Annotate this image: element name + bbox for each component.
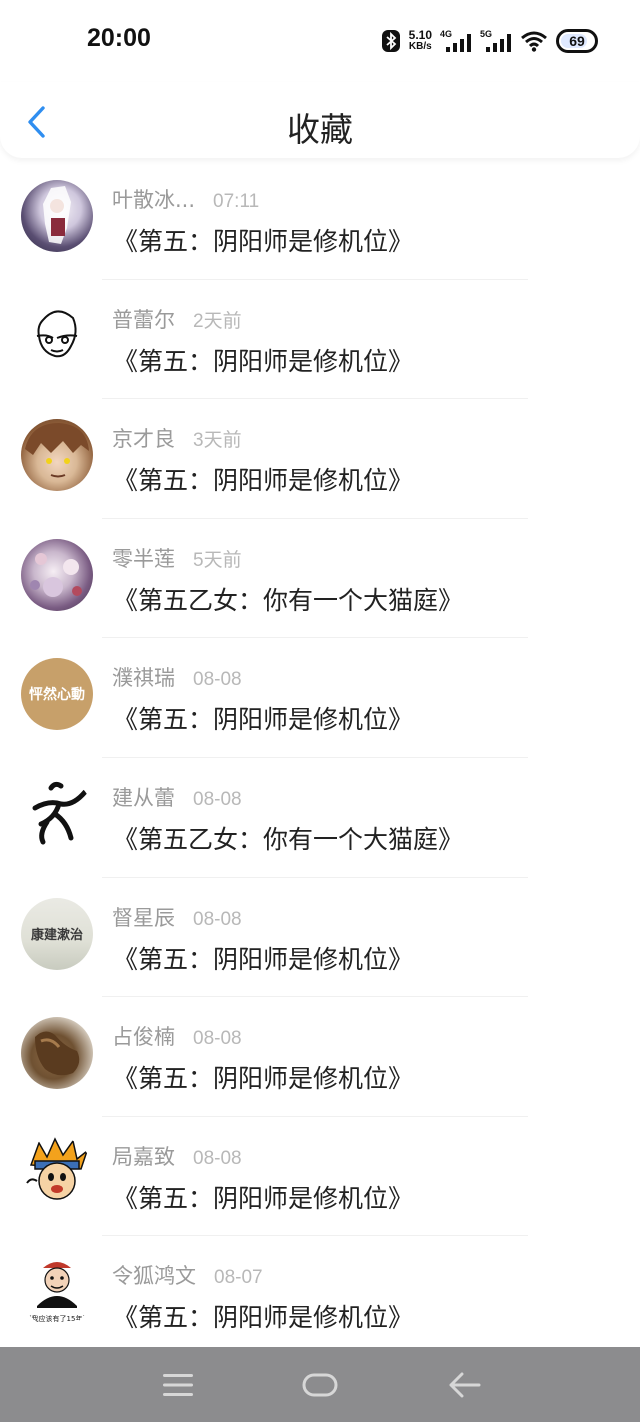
item-meta: 零半莲 5天前	[112, 543, 242, 573]
signal-5g-icon: 5G	[480, 29, 512, 53]
home-icon	[302, 1373, 338, 1397]
wifi-icon	[521, 31, 547, 52]
username: 督星辰	[112, 905, 175, 930]
back-arrow-icon	[449, 1372, 481, 1398]
book-title[interactable]: 《第五：阴阳师是修机位》	[113, 342, 413, 378]
avatar[interactable]: 那我应该有了15年了	[21, 1256, 93, 1329]
avatar[interactable]	[21, 538, 93, 611]
battery-icon: 69	[556, 29, 598, 53]
timestamp: 08-08	[193, 788, 242, 810]
username: 零半莲	[112, 546, 175, 571]
back-nav-button[interactable]	[442, 1365, 486, 1405]
item-meta: 濮祺瑞 08-08	[112, 662, 242, 692]
menu-button[interactable]	[156, 1365, 200, 1405]
item-meta: 叶散冰... 07:11	[112, 184, 259, 214]
book-title[interactable]: 《第五：阴阳师是修机位》	[113, 461, 413, 497]
header: 收藏	[0, 82, 640, 158]
book-title[interactable]: 《第五：阴阳师是修机位》	[113, 1179, 413, 1215]
avatar[interactable]	[21, 419, 93, 492]
list-item[interactable]: 占俊楠 08-08 《第五：阴阳师是修机位》	[0, 997, 640, 1117]
timestamp: 5天前	[193, 549, 242, 571]
timestamp: 08-08	[193, 1028, 242, 1050]
net-speed: 5.10 KB/s	[409, 29, 432, 53]
list-item[interactable]: 局嘉致 08-08 《第五：阴阳师是修机位》	[0, 1117, 640, 1237]
username: 令狐鸿文	[112, 1264, 196, 1289]
timestamp: 2天前	[193, 310, 242, 332]
item-meta: 普蕾尔 2天前	[112, 304, 242, 334]
timestamp: 08-08	[193, 908, 242, 930]
book-title[interactable]: 《第五乙女：你有一个大猫庭》	[113, 820, 463, 856]
list-item[interactable]: 建从蕾 08-08 《第五乙女：你有一个大猫庭》	[0, 758, 640, 878]
book-title[interactable]: 《第五：阴阳师是修机位》	[113, 700, 413, 736]
status-bar: 20:00 5.10 KB/s 4G 5G 69	[0, 0, 640, 82]
list-item[interactable]: 叶散冰... 07:11 《第五：阴阳师是修机位》	[0, 160, 640, 280]
avatar[interactable]: 康建漱治	[21, 897, 93, 970]
status-time: 20:00	[87, 24, 151, 52]
battery-level: 69	[569, 33, 585, 49]
username: 普蕾尔	[112, 307, 175, 332]
username: 局嘉致	[112, 1144, 175, 1169]
book-title[interactable]: 《第五：阴阳师是修机位》	[113, 940, 413, 976]
page-title: 收藏	[287, 110, 353, 149]
system-nav-bar	[0, 1347, 640, 1422]
item-meta: 占俊楠 08-08	[112, 1021, 242, 1051]
book-title[interactable]: 《第五：阴阳师是修机位》	[113, 1059, 413, 1095]
username: 濮祺瑞	[112, 666, 175, 691]
avatar[interactable]	[21, 180, 93, 252]
home-button[interactable]	[298, 1365, 342, 1405]
timestamp: 08-07	[214, 1267, 263, 1289]
timestamp: 08-08	[193, 669, 242, 691]
avatar[interactable]: 怦然心動	[21, 658, 93, 731]
timestamp: 07:11	[213, 191, 260, 212]
username: 叶散冰...	[112, 188, 196, 212]
item-meta: 京才良 3天前	[112, 423, 242, 453]
username: 占俊楠	[112, 1025, 175, 1050]
signal-4g-icon: 4G	[440, 29, 472, 53]
avatar[interactable]	[21, 1136, 93, 1209]
bluetooth-icon	[381, 30, 400, 52]
book-title[interactable]: 《第五：阴阳师是修机位》	[113, 1298, 413, 1334]
avatar[interactable]	[21, 777, 93, 850]
timestamp: 3天前	[193, 430, 242, 452]
list-item[interactable]: 零半莲 5天前 《第五乙女：你有一个大猫庭》	[0, 519, 640, 639]
menu-icon	[163, 1374, 193, 1396]
avatar-text: 那我应该有了15年了	[24, 1315, 90, 1324]
item-meta: 令狐鸿文 08-07	[112, 1260, 263, 1290]
item-meta: 督星辰 08-08	[112, 902, 242, 932]
list-item[interactable]: 那我应该有了15年了 令狐鸿文 08-07 《第五：阴阳师是修机位》	[0, 1236, 640, 1356]
timestamp: 08-08	[193, 1147, 242, 1169]
list-item[interactable]: 怦然心動 濮祺瑞 08-08 《第五：阴阳师是修机位》	[0, 638, 640, 758]
avatar[interactable]	[21, 1017, 93, 1090]
book-title[interactable]: 《第五：阴阳师是修机位》	[113, 222, 413, 258]
avatar[interactable]	[21, 299, 93, 372]
avatar-text: 怦然心動	[29, 687, 85, 704]
net-speed-value: 5.10	[408, 28, 432, 42]
username: 建从蕾	[112, 785, 175, 810]
item-meta: 局嘉致 08-08	[112, 1141, 242, 1171]
username: 京才良	[112, 427, 175, 452]
avatar-text: 康建漱治	[30, 928, 83, 944]
item-meta: 建从蕾 08-08	[112, 782, 242, 812]
status-icons: 5.10 KB/s 4G 5G 69	[381, 26, 598, 56]
list-item[interactable]: 京才良 3天前 《第五：阴阳师是修机位》	[0, 399, 640, 519]
net-speed-unit: KB/s	[408, 41, 432, 52]
book-title[interactable]: 《第五乙女：你有一个大猫庭》	[113, 581, 463, 617]
favorites-list: 叶散冰... 07:11 《第五：阴阳师是修机位》 普蕾尔 2天前 《第五：阴阳…	[0, 160, 640, 1356]
list-item[interactable]: 康建漱治 督星辰 08-08 《第五：阴阳师是修机位》	[0, 878, 640, 998]
list-item[interactable]: 普蕾尔 2天前 《第五：阴阳师是修机位》	[0, 280, 640, 400]
